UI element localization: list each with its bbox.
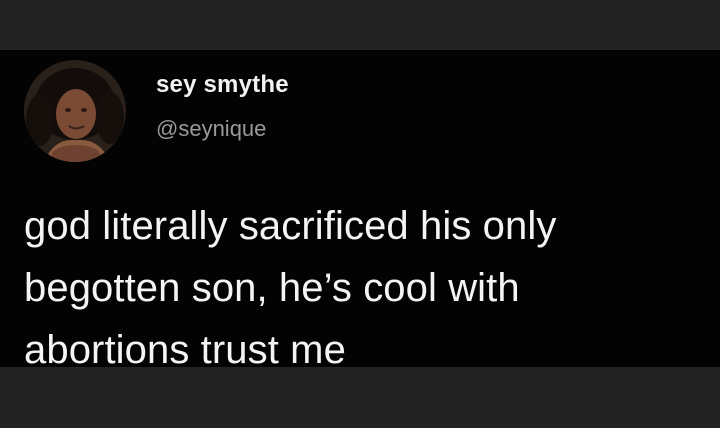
user-avatar-photo-icon [24,60,126,162]
tweet-text: god literally sacrificed his only begott… [24,204,557,367]
screenshot-frame: sey smythe @seynique god literally sacri… [0,0,720,428]
author-display-name[interactable]: sey smythe [156,71,289,99]
tweet-card: sey smythe @seynique god literally sacri… [0,50,720,367]
author-handle[interactable]: @seynique [156,116,266,142]
avatar[interactable] [24,60,126,162]
